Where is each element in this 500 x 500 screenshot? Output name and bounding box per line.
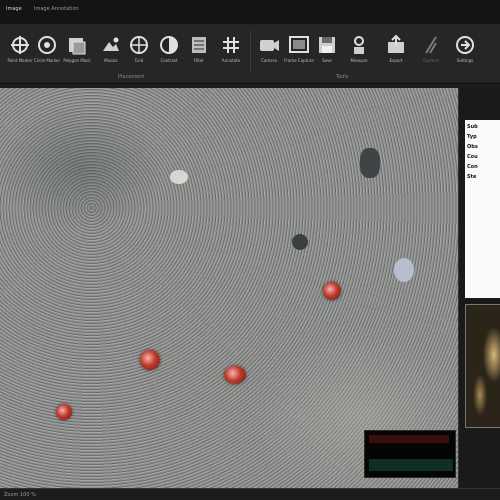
properties-panel: Sub Typ Obs Cou Con Ste — [458, 88, 500, 488]
options-label: Options — [423, 58, 439, 63]
frame-icon[interactable] — [288, 34, 310, 56]
settings-label: Settings — [456, 58, 474, 63]
rock-speck — [394, 258, 414, 282]
rock-speck — [360, 148, 380, 178]
annotate-label: Annotate — [221, 58, 241, 63]
ribbon-separator — [250, 30, 251, 72]
panel-header — [462, 92, 500, 106]
polygon-mask-label: Polygon Mask — [63, 58, 91, 63]
filter-label: Filter — [194, 58, 204, 63]
save-label: Save — [322, 58, 332, 63]
status-text: Zoom 100 % — [4, 492, 36, 498]
settings-icon[interactable] — [454, 34, 476, 56]
property-row[interactable]: Cou — [467, 154, 478, 160]
rock-speck — [292, 234, 308, 250]
preview-thumbnail — [465, 304, 500, 428]
property-row[interactable]: Obs — [467, 144, 478, 150]
annotate-icon[interactable] — [220, 34, 242, 56]
tab-image[interactable]: Image — [6, 6, 22, 12]
ribbon-group-placement: Placement — [118, 74, 145, 80]
minimap-overlay — [364, 430, 456, 478]
properties-list: Sub Typ Obs Cou Con Ste — [465, 120, 500, 298]
export-label: Export — [389, 58, 403, 63]
measure-label: Measure — [350, 58, 368, 63]
camera-icon[interactable] — [258, 34, 280, 56]
overlay-bar — [369, 459, 453, 471]
rock-speck — [170, 170, 188, 184]
property-row[interactable]: Ste — [467, 174, 476, 180]
crosshair-icon[interactable] — [9, 34, 31, 56]
image-viewport[interactable] — [0, 88, 458, 488]
polygon-icon[interactable] — [66, 34, 88, 56]
annotation-marker[interactable] — [56, 404, 72, 420]
export-icon[interactable] — [385, 34, 407, 56]
status-bar: Zoom 100 % — [0, 488, 500, 500]
filter-icon[interactable] — [188, 34, 210, 56]
tab-image-annotation[interactable]: Image Annotation — [34, 6, 79, 12]
options-icon[interactable] — [420, 34, 442, 56]
overlay-bar — [369, 435, 449, 443]
ribbon-group-tools: Tools — [336, 74, 349, 80]
annotation-marker[interactable] — [140, 350, 160, 370]
tab-bar: Image Image Annotation — [0, 0, 500, 24]
measure-icon[interactable] — [348, 34, 370, 56]
contrast-icon[interactable] — [158, 34, 180, 56]
property-row[interactable]: Sub — [467, 124, 478, 130]
mosaic-icon[interactable] — [100, 34, 122, 56]
ribbon-toolbar: Point Marker Circle Marker Polygon Mask … — [0, 24, 500, 84]
annotation-marker[interactable] — [323, 282, 341, 300]
property-row[interactable]: Typ — [467, 134, 477, 140]
property-row[interactable]: Con — [467, 164, 478, 170]
save-icon[interactable] — [316, 34, 338, 56]
grid-icon[interactable] — [128, 34, 150, 56]
annotation-marker[interactable] — [224, 366, 246, 384]
circle-icon[interactable] — [36, 34, 58, 56]
